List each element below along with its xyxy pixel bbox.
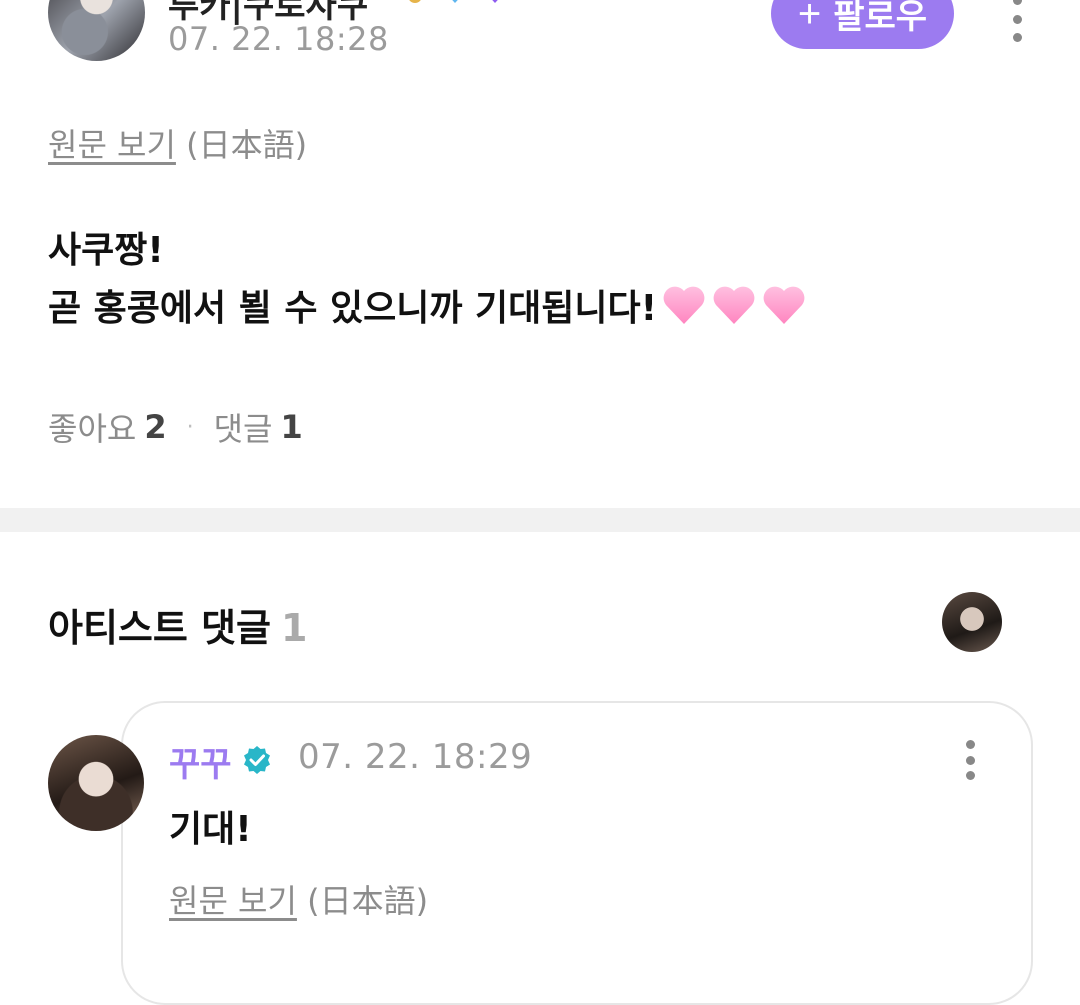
follow-label: 팔로우 xyxy=(833,0,928,36)
view-original-row: 원문 보기 (日本語) xyxy=(48,120,307,166)
medal-icon xyxy=(409,0,421,3)
pink-heart-icon xyxy=(663,286,705,324)
comment-author-avatar[interactable] xyxy=(48,735,144,831)
comment-author-name[interactable]: 꾸꾸 xyxy=(169,737,232,786)
post-body: 사쿠짱! 곧 홍콩에서 뵐 수 있으니까 기대됩니다! xyxy=(48,222,807,338)
comment-more-options-icon[interactable] xyxy=(960,740,980,780)
pink-heart-icon xyxy=(763,286,805,324)
comments-label[interactable]: 댓글 xyxy=(214,404,273,450)
comment-view-original-row: 원문 보기 (日本語) xyxy=(169,876,428,922)
post-line-2: 곧 홍콩에서 뵐 수 있으니까 기대됩니다! xyxy=(48,280,807,338)
author-avatar[interactable] xyxy=(48,0,145,61)
stats-separator: · xyxy=(186,414,194,440)
follow-button[interactable]: + 팔로우 xyxy=(771,0,954,49)
original-language: (日本語) xyxy=(186,126,308,164)
likes-label[interactable]: 좋아요 xyxy=(48,404,136,450)
comment-text: 기대! xyxy=(169,809,252,850)
plus-icon: + xyxy=(797,0,822,36)
section-divider xyxy=(0,508,1080,532)
more-options-icon[interactable] xyxy=(1007,0,1027,42)
comments-count: 1 xyxy=(280,408,303,446)
blue-heart-icon xyxy=(452,0,458,3)
post-stats: 좋아요 2 · 댓글 1 xyxy=(48,404,303,450)
comment-view-original-link[interactable]: 원문 보기 xyxy=(169,882,297,920)
author-badges xyxy=(400,0,510,6)
verified-badge-icon xyxy=(244,746,270,774)
artist-comments-count: 1 xyxy=(281,606,308,650)
comment-original-language: (日本語) xyxy=(307,882,429,920)
artist-avatar[interactable] xyxy=(942,592,1002,652)
post-line-2-text: 곧 홍콩에서 뵐 수 있으니까 기대됩니다! xyxy=(48,288,658,329)
artist-comments-label: 아티스트 댓글 xyxy=(48,606,271,650)
view-original-link[interactable]: 원문 보기 xyxy=(48,126,176,164)
post-line-1: 사쿠짱! xyxy=(48,230,164,271)
likes-count: 2 xyxy=(144,408,167,446)
post-timestamp: 07. 22. 18:28 xyxy=(168,20,389,58)
pink-heart-icon xyxy=(713,286,755,324)
comment-timestamp: 07. 22. 18:29 xyxy=(298,737,533,777)
artist-comments-title: 아티스트 댓글 1 xyxy=(48,597,307,652)
purple-heart-icon xyxy=(492,0,498,3)
